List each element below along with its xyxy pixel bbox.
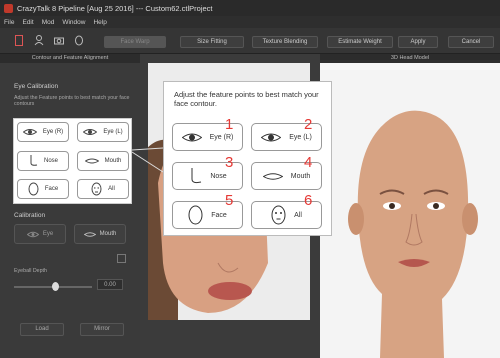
full-face-icon (271, 205, 286, 225)
callout-eye-l-label: Eye (L) (289, 133, 312, 141)
step-number-3: 3 (225, 154, 234, 171)
eye-icon (261, 133, 282, 141)
callout-text: Adjust the feature points to best match … (174, 90, 319, 108)
eye-icon (181, 133, 202, 141)
nose-icon (191, 167, 202, 183)
face-outline-icon (188, 205, 203, 225)
step-number-6: 6 (304, 192, 313, 209)
mouth-icon (262, 172, 283, 180)
step-number-1: 1 (225, 116, 234, 133)
callout-face-label: Face (211, 211, 227, 219)
callout-all-label: All (294, 211, 302, 219)
callout-eye-r-label: Eye (R) (209, 133, 234, 141)
step-number-4: 4 (304, 154, 313, 171)
step-number-5: 5 (225, 192, 234, 209)
callout-mouth-label: Mouth (290, 172, 311, 180)
callout-nose-label: Nose (210, 172, 227, 180)
step-number-2: 2 (304, 116, 313, 133)
